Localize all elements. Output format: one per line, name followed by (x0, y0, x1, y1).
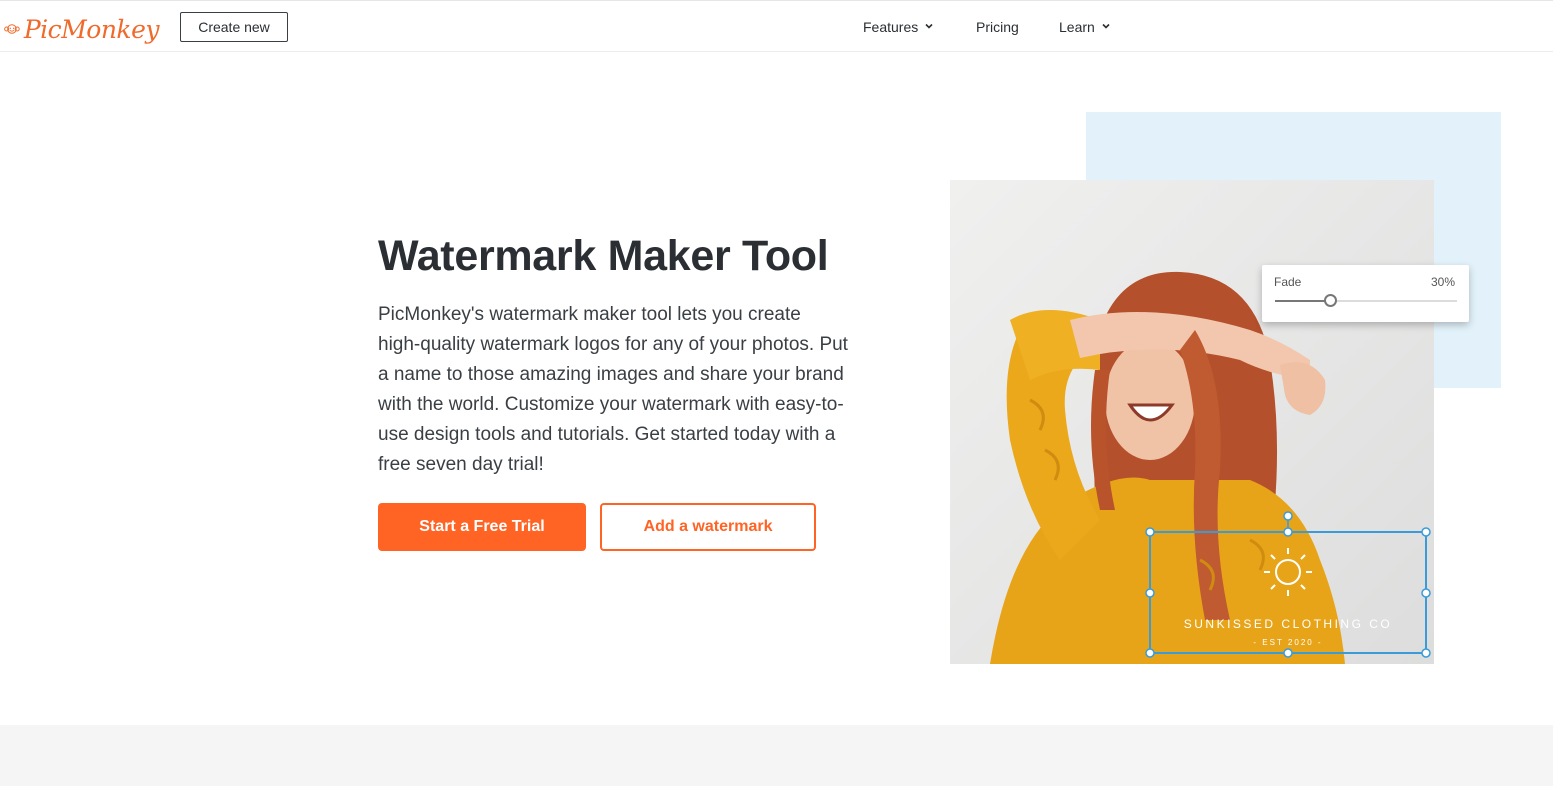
nav-pricing[interactable]: Pricing (976, 1, 1019, 53)
resize-handle-bottom-right (1421, 648, 1431, 658)
fade-control-card: Fade 30% (1262, 265, 1469, 322)
resize-handle-bottom-left (1145, 648, 1155, 658)
watermark-text: SUNKISSED CLOTHING CO (1184, 617, 1393, 631)
sun-icon (1264, 548, 1312, 596)
add-watermark-button[interactable]: Add a watermark (600, 503, 816, 551)
fade-slider-fill (1275, 300, 1330, 302)
fade-slider-thumb[interactable] (1323, 294, 1337, 307)
nav-pricing-label: Pricing (976, 19, 1019, 35)
chevron-down-icon (1102, 23, 1110, 29)
hero-description: PicMonkey's watermark maker tool lets yo… (378, 304, 848, 475)
top-navigation-bar: PicMonkey Create new Features Pricing Le… (0, 0, 1553, 52)
logo-wordmark: PicMonkey (23, 14, 160, 44)
resize-handle-right (1421, 588, 1431, 598)
page-title: Watermark Maker Tool (378, 232, 829, 280)
watermark-subtext: - EST 2020 - (1253, 638, 1322, 647)
rotate-handle (1283, 511, 1293, 521)
fade-value: 30% (1430, 275, 1455, 289)
resize-handle-bottom (1283, 648, 1293, 658)
resize-handle-top (1283, 527, 1293, 537)
fade-label: Fade (1274, 275, 1302, 289)
watermark-selection-box[interactable]: SUNKISSED CLOTHING CO - EST 2020 - (1140, 510, 1440, 660)
monkey-logo-icon (4, 24, 20, 34)
chevron-down-icon (925, 23, 933, 29)
next-section-band (0, 725, 1553, 786)
resize-handle-top-right (1421, 527, 1431, 537)
nav-learn-label: Learn (1059, 19, 1095, 35)
start-free-trial-button[interactable]: Start a Free Trial (378, 503, 586, 551)
nav-features[interactable]: Features (863, 1, 933, 53)
nav-learn[interactable]: Learn (1059, 1, 1110, 53)
nav-features-label: Features (863, 19, 919, 35)
create-new-button[interactable]: Create new (180, 12, 288, 42)
resize-handle-top-left (1145, 527, 1155, 537)
resize-handle-left (1145, 588, 1155, 598)
fade-slider-track[interactable] (1275, 294, 1457, 307)
picmonkey-logo[interactable]: PicMonkey (4, 10, 160, 48)
